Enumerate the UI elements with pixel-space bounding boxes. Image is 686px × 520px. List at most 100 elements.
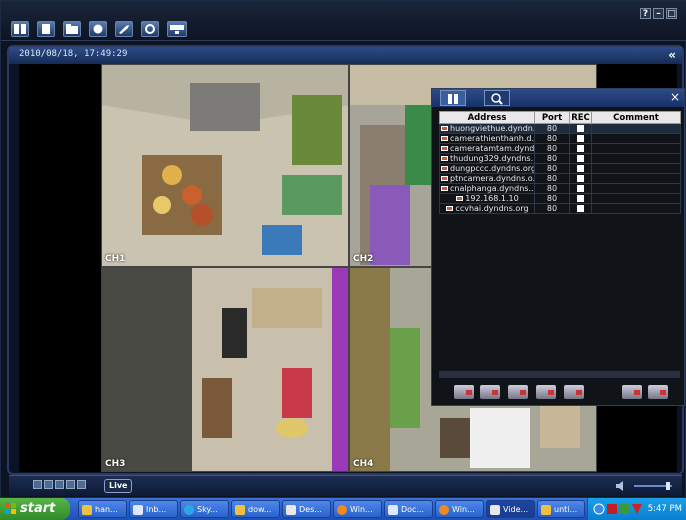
system-tray: 5:47 PM <box>587 498 686 520</box>
camera-icon <box>446 206 454 211</box>
table-row[interactable]: thudung329.dyndns.... 80 <box>439 153 681 164</box>
folder-icon <box>235 505 245 515</box>
taskbar-item[interactable]: unti... <box>537 500 585 518</box>
close-panel-button[interactable]: × <box>670 90 680 104</box>
camera-image-ch1 <box>102 65 348 266</box>
media-player-icon <box>337 505 347 515</box>
layout-1x1-button[interactable] <box>33 480 42 489</box>
address-book-tab[interactable] <box>440 90 466 106</box>
camera-icon <box>441 146 448 151</box>
camera-icon <box>441 136 448 141</box>
import-button[interactable] <box>622 385 642 399</box>
document-icon[interactable] <box>37 21 55 37</box>
export-button[interactable] <box>648 385 668 399</box>
taskbar-item[interactable]: Des... <box>282 500 331 518</box>
taskbar-item-active[interactable]: Vide... <box>486 500 535 518</box>
start-button[interactable]: start <box>0 498 70 520</box>
main-toolbar: ? – □ <box>1 1 686 41</box>
rec-checkbox[interactable] <box>577 205 584 212</box>
volume-slider[interactable] <box>614 480 674 492</box>
column-header-address[interactable]: Address <box>439 111 535 124</box>
rec-checkbox[interactable] <box>577 165 584 172</box>
rec-checkbox[interactable] <box>577 155 584 162</box>
skype-icon <box>184 505 194 515</box>
panel-toolbar <box>432 381 684 405</box>
update-tray-icon <box>619 504 629 514</box>
collapse-button[interactable]: « <box>668 48 676 62</box>
desktop-icon <box>286 505 296 515</box>
table-row[interactable]: cameratamtam.dynd... 80 <box>439 143 681 154</box>
table-row[interactable]: ccvhai.dyndns.org 80 <box>439 203 681 214</box>
delete-device-button[interactable] <box>564 385 584 399</box>
windows-taskbar: start han... Inb... Sky... dow... Des...… <box>0 498 686 520</box>
media-player-icon <box>439 505 449 515</box>
layout-2x2-button[interactable] <box>44 480 53 489</box>
column-header-port[interactable]: Port <box>534 111 570 124</box>
live-button[interactable]: Live <box>104 479 133 493</box>
horizontal-scrollbar[interactable] <box>439 371 680 378</box>
folder-icon[interactable] <box>63 21 81 37</box>
network-icon[interactable] <box>89 21 107 37</box>
column-header-rec[interactable]: REC <box>569 111 592 124</box>
taskbar-item[interactable]: dow... <box>231 500 280 518</box>
taskbar-item[interactable]: Win... <box>333 500 382 518</box>
layout-icon[interactable] <box>11 21 29 37</box>
camera-label: CH4 <box>353 459 374 469</box>
display-icon[interactable] <box>167 21 187 37</box>
table-row[interactable]: 192.168.1.10 80 <box>439 193 681 204</box>
table-row[interactable]: ptncamera.dyndns.o... 80 <box>439 173 681 184</box>
taskbar-item[interactable]: Inb... <box>129 500 178 518</box>
paint-icon <box>541 505 551 515</box>
search-tab[interactable] <box>484 90 510 106</box>
layout-fullscreen-button[interactable] <box>77 480 86 489</box>
minimize-button[interactable]: – <box>653 8 664 19</box>
camera-label: CH3 <box>105 459 126 469</box>
dvr-client-window: ? – □ 2010/08/18, 17:49:29 « CH1 CH2 CH3… <box>0 0 686 498</box>
bottom-control-bar: Live <box>9 475 682 496</box>
maximize-button[interactable]: □ <box>666 8 677 19</box>
table-row[interactable]: huongviethue.dyndn... 80 <box>439 123 681 134</box>
camera-view-ch1[interactable]: CH1 <box>101 64 349 267</box>
network-tray-icon <box>593 503 605 515</box>
add-device-button[interactable] <box>454 385 474 399</box>
start-label: start <box>20 501 56 516</box>
tools-icon[interactable] <box>115 21 133 37</box>
camera-icon <box>441 126 448 131</box>
rec-checkbox[interactable] <box>577 145 584 152</box>
camera-icon <box>456 196 464 201</box>
disconnect-device-button[interactable] <box>536 385 556 399</box>
rec-checkbox[interactable] <box>577 125 584 132</box>
status-bar: 2010/08/18, 17:49:29 « <box>9 47 682 64</box>
table-row[interactable]: camerathienthanh.d... 80 <box>439 133 681 144</box>
rec-checkbox[interactable] <box>577 195 584 202</box>
taskbar-item[interactable]: han... <box>78 500 127 518</box>
taskbar-item[interactable]: Sky... <box>180 500 229 518</box>
layout-4x4-button[interactable] <box>66 480 75 489</box>
windows-logo-icon <box>5 503 16 514</box>
rec-checkbox[interactable] <box>577 135 584 142</box>
table-row[interactable]: dungpccc.dyndns.org 80 <box>439 163 681 174</box>
camera-icon <box>441 166 448 171</box>
rec-checkbox[interactable] <box>577 175 584 182</box>
help-button[interactable]: ? <box>640 8 651 19</box>
power-icon[interactable] <box>141 21 159 37</box>
camera-icon <box>441 186 448 191</box>
mail-icon <box>133 505 143 515</box>
panel-header: × <box>432 89 684 107</box>
edit-device-button[interactable] <box>480 385 500 399</box>
clock[interactable]: 5:47 PM <box>648 498 682 520</box>
layout-3x3-button[interactable] <box>55 480 64 489</box>
column-header-comment[interactable]: Comment <box>591 111 681 124</box>
camera-view-ch3[interactable]: CH3 <box>101 267 349 472</box>
address-book-panel: × Address Port REC Comment huongviethue.… <box>431 88 685 406</box>
camera-icon <box>441 176 448 181</box>
connect-device-button[interactable] <box>508 385 528 399</box>
taskbar-item[interactable]: Win... <box>435 500 484 518</box>
antivirus-tray-icon <box>607 504 617 514</box>
book-icon <box>448 94 458 104</box>
document-icon <box>388 505 398 515</box>
table-row[interactable]: cnalphanga.dyndns.... 80 <box>439 183 681 194</box>
camera-label: CH2 <box>353 254 374 264</box>
taskbar-item[interactable]: Doc... <box>384 500 433 518</box>
rec-checkbox[interactable] <box>577 185 584 192</box>
